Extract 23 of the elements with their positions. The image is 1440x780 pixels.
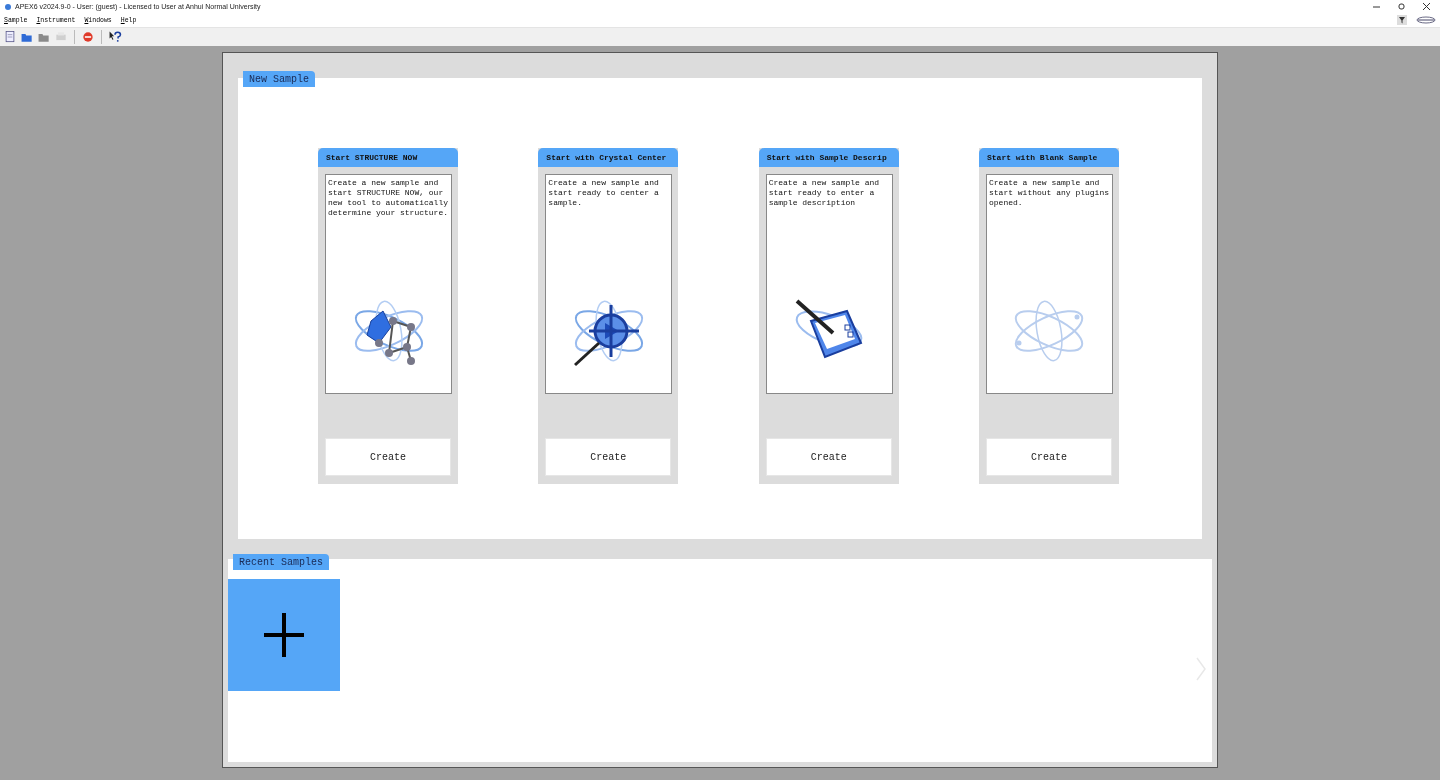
- card-title: Start with Crystal Center: [538, 148, 679, 167]
- card-description: Create a new sample and start STRUCTURE NOW, our new tool to automatically determine your structure.: [328, 178, 449, 218]
- filter-icon[interactable]: [1397, 15, 1407, 25]
- card-title: Start STRUCTURE NOW: [318, 148, 458, 167]
- help-pointer-icon[interactable]: [108, 30, 122, 44]
- minimize-icon[interactable]: [1373, 3, 1380, 10]
- card-description: Create a new sample and start ready to enter a sample description: [768, 178, 881, 208]
- close-icon[interactable]: [1423, 3, 1430, 10]
- app-logo-icon: [4, 2, 12, 11]
- add-sample-button[interactable]: [228, 579, 340, 691]
- card-description: Create a new sample and start without any plugins opened.: [989, 178, 1110, 208]
- create-button[interactable]: Create: [765, 438, 892, 476]
- card-title: Start with Blank Sample: [979, 148, 1119, 167]
- logo-icon: [1416, 16, 1436, 24]
- create-button[interactable]: Create: [325, 438, 451, 476]
- stop-icon[interactable]: [81, 30, 95, 44]
- create-button[interactable]: Create: [986, 438, 1112, 476]
- restore-icon[interactable]: [1398, 3, 1405, 10]
- document-icon[interactable]: [3, 30, 17, 44]
- card-description: Create a new sample and start ready to center a sample.: [548, 178, 660, 208]
- card-title: Start with Sample Descrip: [758, 148, 899, 167]
- plus-icon: [264, 613, 304, 657]
- create-button[interactable]: Create: [545, 438, 672, 476]
